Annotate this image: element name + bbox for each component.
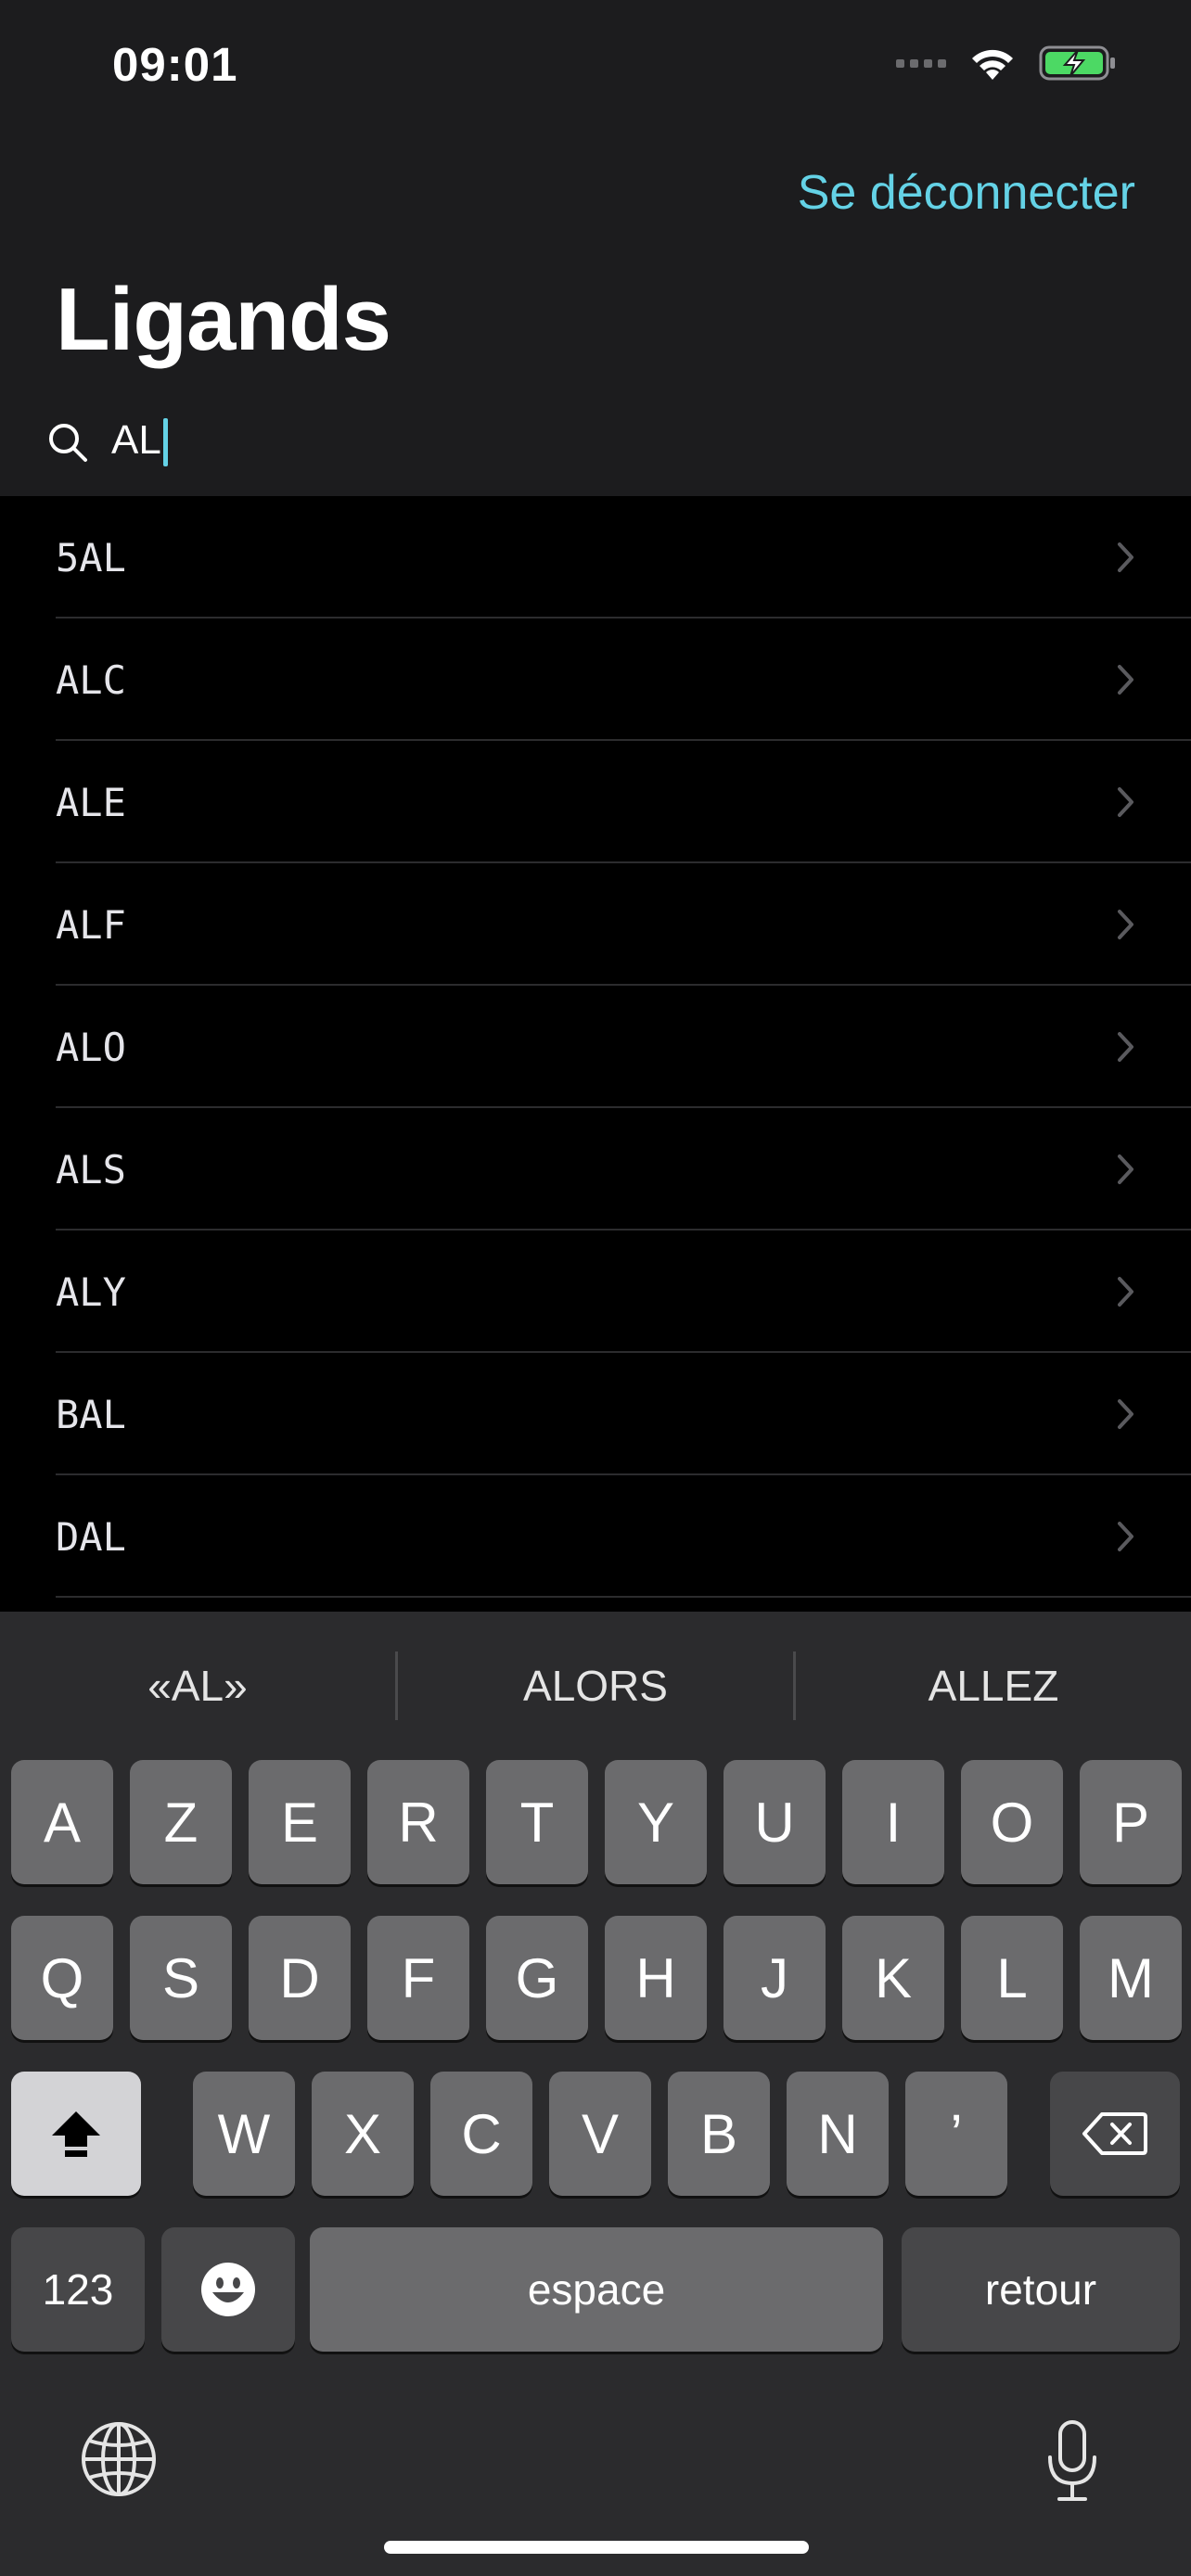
list-item[interactable]: ALF xyxy=(0,863,1191,986)
search-input[interactable]: AL xyxy=(111,417,168,467)
chevron-right-icon xyxy=(1118,1399,1133,1429)
list-item-label: ALY xyxy=(56,1269,126,1315)
space-key[interactable]: espace xyxy=(310,2227,883,2352)
key[interactable]: V xyxy=(549,2072,651,2196)
chevron-right-icon xyxy=(1118,1032,1133,1062)
key[interactable]: A xyxy=(11,1760,113,1884)
chevron-right-icon xyxy=(1118,542,1133,572)
key[interactable]: F xyxy=(367,1916,469,2040)
key[interactable]: ’ xyxy=(905,2072,1007,2196)
suggestion-item[interactable]: ALLEZ xyxy=(796,1612,1191,1760)
list-item[interactable]: ALC xyxy=(0,618,1191,741)
list-item[interactable]: ALE xyxy=(0,741,1191,863)
home-indicator[interactable] xyxy=(384,2541,809,2554)
search-icon xyxy=(49,423,87,462)
list-item-label: ALS xyxy=(56,1146,126,1192)
shift-key[interactable] xyxy=(11,2072,141,2196)
ligand-list: 5AL ALC ALE ALF ALO ALS ALY BAL DAL xyxy=(0,496,1191,1598)
key[interactable]: H xyxy=(605,1916,707,2040)
list-item-label: ALO xyxy=(56,1024,126,1070)
key[interactable]: L xyxy=(961,1916,1063,2040)
key[interactable]: D xyxy=(249,1916,351,2040)
list-item[interactable]: ALY xyxy=(0,1231,1191,1353)
page-title: Ligands xyxy=(56,270,391,369)
emoji-icon xyxy=(201,2263,255,2316)
key[interactable]: P xyxy=(1080,1760,1182,1884)
chevron-right-icon xyxy=(1118,910,1133,939)
delete-key[interactable] xyxy=(1050,2072,1180,2196)
key[interactable]: O xyxy=(961,1760,1063,1884)
key[interactable]: K xyxy=(842,1916,944,2040)
emoji-key[interactable] xyxy=(161,2227,295,2352)
list-item[interactable]: ALS xyxy=(0,1108,1191,1231)
suggestion-item[interactable]: ALORS xyxy=(398,1612,793,1760)
status-indicators xyxy=(896,45,1117,82)
battery-charging-icon xyxy=(1039,45,1115,81)
key[interactable]: T xyxy=(486,1760,588,1884)
key[interactable]: B xyxy=(668,2072,770,2196)
numbers-key[interactable]: 123 xyxy=(11,2227,145,2352)
list-item-label: DAL xyxy=(56,1513,126,1560)
key[interactable]: W xyxy=(193,2072,295,2196)
microphone-icon[interactable] xyxy=(1044,2418,1100,2504)
list-item-label: ALC xyxy=(56,657,126,703)
key[interactable]: I xyxy=(842,1760,944,1884)
key[interactable]: U xyxy=(724,1760,826,1884)
list-item[interactable]: 5AL xyxy=(0,496,1191,618)
key[interactable]: Y xyxy=(605,1760,707,1884)
chevron-right-icon xyxy=(1118,665,1133,695)
globe-icon[interactable] xyxy=(80,2420,158,2498)
key[interactable]: X xyxy=(312,2072,414,2196)
shift-icon xyxy=(52,2111,100,2157)
status-time: 09:01 xyxy=(112,38,238,91)
chevron-right-icon xyxy=(1118,787,1133,817)
suggestion-bar: «AL» ALORS ALLEZ xyxy=(0,1612,1191,1760)
cellular-signal-icon xyxy=(896,58,946,68)
return-key[interactable]: retour xyxy=(902,2227,1180,2352)
text-cursor xyxy=(162,418,168,467)
list-item-label: ALE xyxy=(56,779,126,825)
backspace-icon xyxy=(1082,2112,1147,2155)
navigation-header: 09:01 Se déconnecter Ligands AL xyxy=(0,0,1191,496)
search-field[interactable]: AL xyxy=(46,417,168,467)
keyboard: «AL» ALORS ALLEZ A Z E R T Y U I O P Q S… xyxy=(0,1612,1191,2576)
chevron-right-icon xyxy=(1118,1154,1133,1184)
suggestion-item[interactable]: «AL» xyxy=(0,1612,395,1760)
chevron-right-icon xyxy=(1118,1522,1133,1551)
list-item[interactable]: BAL xyxy=(0,1353,1191,1475)
wifi-icon xyxy=(972,49,1013,80)
key[interactable]: M xyxy=(1080,1916,1182,2040)
search-input-value: AL xyxy=(111,417,161,463)
key[interactable]: R xyxy=(367,1760,469,1884)
key[interactable]: C xyxy=(430,2072,532,2196)
key[interactable]: Z xyxy=(130,1760,232,1884)
list-item-label: BAL xyxy=(56,1391,126,1437)
list-item-label: ALF xyxy=(56,901,126,948)
key[interactable]: S xyxy=(130,1916,232,2040)
list-item[interactable]: ALO xyxy=(0,986,1191,1108)
key[interactable]: G xyxy=(486,1916,588,2040)
key[interactable]: N xyxy=(787,2072,889,2196)
key[interactable]: J xyxy=(724,1916,826,2040)
chevron-right-icon xyxy=(1118,1277,1133,1307)
logout-button[interactable]: Se déconnecter xyxy=(798,165,1135,221)
key[interactable]: E xyxy=(249,1760,351,1884)
key[interactable]: Q xyxy=(11,1916,113,2040)
list-item-label: 5AL xyxy=(56,534,126,580)
divider xyxy=(56,1596,1191,1598)
list-item[interactable]: DAL xyxy=(0,1475,1191,1598)
